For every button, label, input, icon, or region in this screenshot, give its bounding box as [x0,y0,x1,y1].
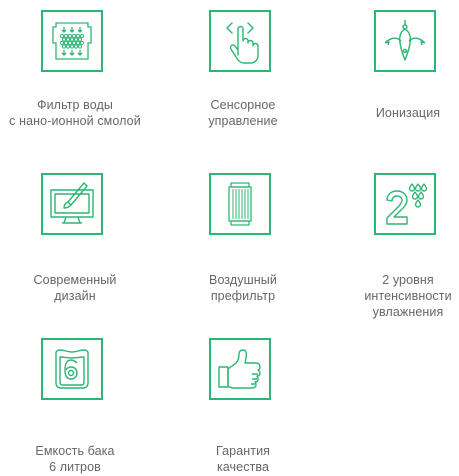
ionization-icon [384,20,426,61]
humidity-levels-icon [386,183,428,225]
ionization-label: Ионизация [375,106,441,120]
tank-capacity-label: Емкость бака 6 литров [35,444,115,474]
touch-control-icon-frame [209,10,271,72]
modern-design-icon [50,182,94,224]
quality-guarantee-icon [218,349,261,389]
air-prefilter-icon-frame [209,173,271,235]
ionization-icon-frame [374,10,436,72]
water-filter-icon-frame [41,10,103,72]
water-filter-label: Фильтр воды с нано-ионной смолой [9,98,141,128]
air-prefilter-label: Воздушный префильтр [209,273,277,303]
tank-capacity-icon-frame [41,338,103,400]
water-filter-icon [52,22,92,60]
humidity-levels-icon-frame [374,173,436,235]
humidity-levels-label: 2 уровня интенсивности увлажнения [364,273,452,319]
quality-guarantee-label: Гарантия качества [215,444,271,474]
quality-guarantee-icon-frame [209,338,271,400]
modern-design-label: Современный дизайн [33,273,117,303]
air-prefilter-icon [228,182,252,226]
modern-design-icon-frame [41,173,103,235]
touch-control-icon [226,22,259,64]
tank-capacity-icon [55,349,89,389]
touch-control-label: Сенсорное управление [208,98,278,128]
